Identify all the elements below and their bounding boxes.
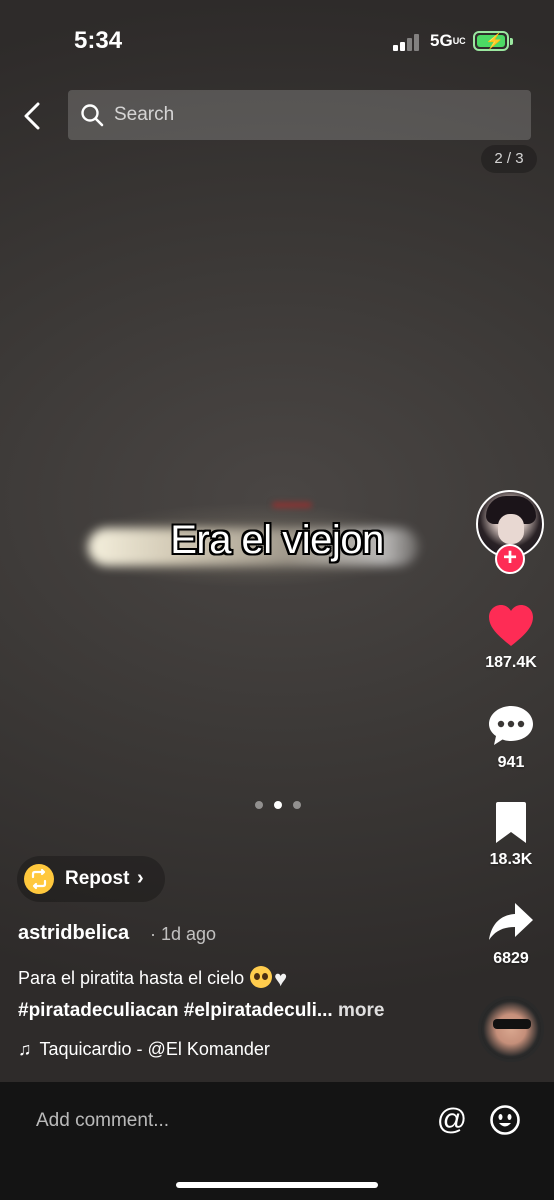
like-button[interactable]: 187.4K <box>480 604 542 672</box>
pleading-face-emoji-icon <box>250 966 273 988</box>
share-arrow-icon <box>489 903 533 940</box>
post-time: · 1d ago <box>150 924 217 944</box>
add-comment-input[interactable]: Add comment... <box>36 1110 169 1132</box>
chevron-left-icon <box>24 102 40 130</box>
search-input[interactable]: Search <box>68 90 531 140</box>
music-info[interactable]: ♫ Taquicardio - @El Komander <box>18 1039 303 1060</box>
page-indicator: 2 / 3 <box>481 145 537 173</box>
search-icon <box>81 104 104 127</box>
bookmark-button[interactable]: 18.3K <box>480 801 542 869</box>
repost-icon <box>24 864 54 894</box>
post-hashtags[interactable]: #piratadeculiacan #elpiratadeculi... mor… <box>18 1000 384 1022</box>
cellular-signal-icon <box>393 33 421 51</box>
battery-charging-icon: ⚡ <box>473 31 513 51</box>
video-overlay-text: Era el viejon <box>170 518 384 562</box>
status-time: 5:34 <box>74 27 123 54</box>
at-mention-icon[interactable]: @ <box>436 1104 468 1136</box>
comment-bubble-icon <box>489 706 533 745</box>
comment-button[interactable]: 941 <box>480 704 542 772</box>
post-caption: Para el piratita hasta el cielo ♥ <box>18 966 288 991</box>
white-heart-emoji-icon: ♥ <box>274 966 288 991</box>
repost-label: Repost <box>65 868 130 889</box>
carousel-dot-active[interactable] <box>274 801 282 809</box>
like-count: 187.4K <box>485 654 537 671</box>
light-streak-red <box>272 502 312 508</box>
share-count: 6829 <box>493 950 529 967</box>
network-type: 5GUC <box>430 31 466 50</box>
follow-button[interactable]: + <box>495 544 525 574</box>
emoji-smile-icon[interactable] <box>489 1104 521 1136</box>
video-player[interactable]: Era el viejon <box>0 0 554 1082</box>
home-indicator[interactable] <box>176 1182 378 1188</box>
music-disc-avatar[interactable] <box>478 996 544 1062</box>
comment-count: 941 <box>497 754 525 771</box>
more-button[interactable]: more <box>333 1000 384 1021</box>
status-bar: 5:34 5GUC ⚡ <box>0 0 554 80</box>
back-button[interactable] <box>18 98 50 134</box>
music-note-icon: ♫ <box>18 1039 32 1059</box>
heart-icon <box>489 605 533 646</box>
creator-username[interactable]: astridbelica <box>18 922 129 945</box>
search-placeholder: Search <box>114 104 175 125</box>
chevron-right-icon: › <box>137 867 144 889</box>
bookmark-count: 18.3K <box>489 851 533 868</box>
share-button[interactable]: 6829 <box>480 900 542 968</box>
repost-button[interactable]: Repost › <box>17 856 165 902</box>
comment-bar: Add comment... @ <box>0 1082 554 1200</box>
carousel-dot[interactable] <box>293 801 301 809</box>
carousel-dots <box>255 801 301 809</box>
carousel-dot[interactable] <box>255 801 263 809</box>
bookmark-icon <box>496 802 526 843</box>
music-title: Taquicardio - @El Komander <box>39 1039 270 1059</box>
